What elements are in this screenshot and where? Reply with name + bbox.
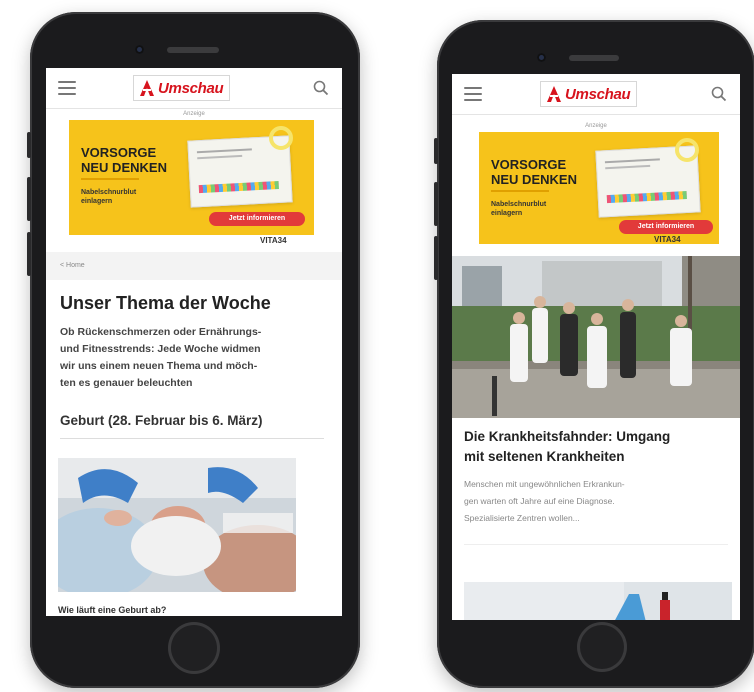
ad-cta-button[interactable]: Jetzt informieren (209, 212, 305, 226)
mute-switch (27, 132, 31, 158)
ad-headline-2: NEU DENKEN (81, 160, 167, 175)
volume-down-button (434, 236, 438, 280)
article-desc-line: Menschen mit ungewöhnlichen Erkrankun- (464, 479, 625, 489)
speaker (569, 55, 619, 61)
apotheke-logo-icon (547, 86, 561, 102)
ad-sub-1: Nabelschnurblut (81, 189, 137, 196)
mute-switch (434, 138, 438, 164)
right-phone-frame: Umschau Anzeige VORSORGE NEU DENKEN Nabe… (434, 20, 754, 688)
breadcrumb[interactable]: < Home (46, 252, 342, 280)
intro-line: wir uns einem neuen Thema und möch- (60, 360, 258, 372)
section-heading[interactable]: Geburt (28. Februar bis 6. März) (60, 413, 332, 428)
ad-label: Anzeige (183, 111, 205, 117)
brand-name: Umschau (565, 85, 631, 103)
search-icon[interactable] (312, 79, 330, 97)
search-icon[interactable] (710, 85, 728, 103)
ad-divider (81, 178, 139, 180)
volume-down-button (27, 232, 31, 276)
article-desc-line: Spezialisierte Zentren wollen... (464, 513, 580, 523)
app-header: Umschau (452, 74, 740, 115)
ad-headline-1: VORSORGE (491, 157, 567, 172)
intro-line: Ob Rückenschmerzen oder Ernährungs- (60, 326, 262, 338)
page-title: Unser Thema der Woche (60, 293, 271, 313)
ad-cta-button[interactable]: Jetzt informieren (619, 220, 713, 234)
ad-sub-2: einlagern (491, 210, 523, 217)
ad-ring-graphic (269, 126, 293, 150)
home-button[interactable] (168, 622, 220, 674)
article-title-line[interactable]: Die Krankheitsfahnder: Umgang (464, 428, 730, 446)
article-desc-line: gen warten oft Jahre auf eine Diagnose. (464, 496, 615, 506)
menu-icon[interactable] (464, 87, 482, 101)
speaker (167, 47, 219, 53)
next-article-photo[interactable] (464, 582, 732, 620)
ad-ring-graphic (675, 138, 699, 162)
front-camera (537, 53, 546, 62)
ad-brand: VITA34 (260, 236, 287, 245)
apotheke-logo-icon (140, 80, 154, 96)
ad-banner[interactable]: VORSORGE NEU DENKEN Nabelschnurblut einl… (69, 120, 314, 235)
umschau-logo[interactable]: Umschau (540, 81, 638, 107)
home-button[interactable] (577, 622, 627, 672)
right-screen: Umschau Anzeige VORSORGE NEU DENKEN Nabe… (452, 74, 740, 620)
app-header: Umschau (46, 68, 342, 109)
section-divider (60, 438, 324, 439)
ad-banner[interactable]: VORSORGE NEU DENKEN Nabelschnurblut einl… (479, 132, 719, 244)
menu-icon[interactable] (58, 81, 76, 95)
intro-line: ten es genauer beleuchten (60, 377, 193, 389)
left-phone-frame: Umschau Anzeige VORSORGE NEU DENKEN Nabe… (27, 12, 360, 688)
left-screen: Umschau Anzeige VORSORGE NEU DENKEN Nabe… (46, 68, 342, 616)
article-divider (464, 544, 728, 545)
teaser-title[interactable]: Wie läuft eine Geburt ab? (58, 605, 166, 615)
article-photo[interactable] (452, 256, 740, 418)
ad-brand: VITA34 (654, 235, 681, 244)
ad-headline-2: NEU DENKEN (491, 172, 577, 187)
article-title-line[interactable]: mit seltenen Krankheiten (464, 448, 730, 466)
intro-line: und Fitnesstrends: Jede Woche widmen (60, 343, 261, 355)
ad-headline-1: VORSORGE (81, 145, 157, 160)
ad-sub-1: Nabelschnurblut (491, 201, 547, 208)
umschau-logo[interactable]: Umschau (133, 75, 231, 101)
volume-up-button (434, 182, 438, 226)
volume-up-button (27, 177, 31, 221)
ad-sub-2: einlagern (81, 198, 113, 205)
brand-name: Umschau (158, 79, 224, 97)
front-camera (135, 45, 144, 54)
ad-label: Anzeige (585, 123, 607, 129)
ad-divider (491, 190, 549, 192)
birth-photo[interactable] (58, 458, 296, 592)
